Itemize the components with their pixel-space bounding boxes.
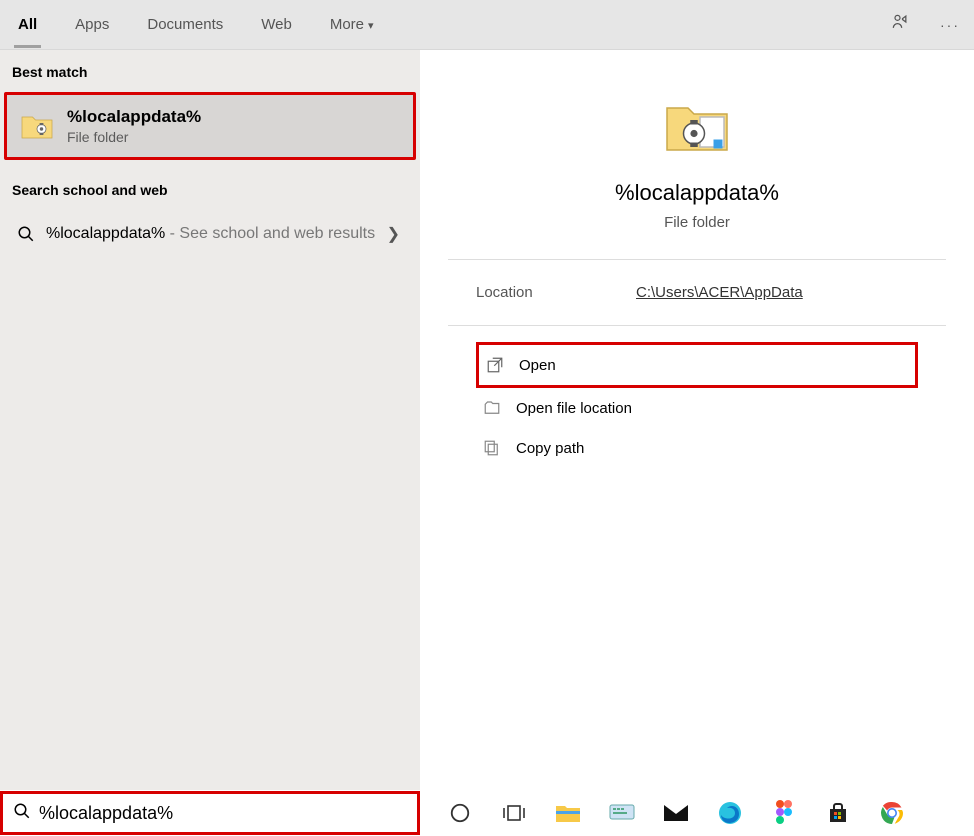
action-open-label: Open [519, 357, 556, 374]
best-match-label: Best match [0, 50, 420, 92]
cortana-icon[interactable] [446, 799, 474, 827]
microsoft-store-icon[interactable] [824, 799, 852, 827]
more-icon[interactable]: ··· [940, 17, 960, 33]
chrome-icon[interactable] [878, 799, 906, 827]
preview-panel: %localappdata% File folder Location C:\U… [420, 50, 974, 790]
copy-icon [482, 438, 502, 458]
bottom-bar [0, 790, 974, 836]
best-match-title: %localappdata% [67, 107, 201, 127]
tab-documents[interactable]: Documents [143, 4, 227, 45]
action-open-location-label: Open file location [516, 400, 632, 417]
edge-icon[interactable] [716, 799, 744, 827]
best-match-result[interactable]: %localappdata% File folder [4, 92, 416, 160]
chevron-down-icon: ▾ [368, 20, 374, 32]
search-box[interactable] [0, 791, 420, 835]
preview-folder-icon [661, 90, 733, 162]
action-open-location[interactable]: Open file location [476, 388, 918, 428]
location-label: Location [476, 284, 636, 301]
folder-icon [19, 108, 55, 144]
taskbar [420, 799, 974, 827]
task-view-icon[interactable] [500, 799, 528, 827]
onscreen-keyboard-icon[interactable] [608, 799, 636, 827]
tab-all[interactable]: All [14, 4, 41, 45]
web-search-result[interactable]: %localappdata% - See school and web resu… [0, 210, 420, 258]
open-icon [485, 355, 505, 375]
file-explorer-icon[interactable] [554, 799, 582, 827]
chevron-right-icon[interactable]: ❯ [379, 224, 408, 244]
web-query: %localappdata% [46, 225, 165, 242]
feedback-icon[interactable] [890, 12, 910, 37]
action-copy-path[interactable]: Copy path [476, 428, 918, 468]
filter-tabbar: All Apps Documents Web More ▾ ··· [0, 0, 974, 50]
folder-open-icon [482, 398, 502, 418]
tab-more[interactable]: More ▾ [326, 4, 378, 45]
location-path[interactable]: C:\Users\ACER\AppData [636, 284, 803, 301]
action-copy-path-label: Copy path [516, 440, 584, 457]
school-web-label: Search school and web [0, 168, 420, 210]
mail-icon[interactable] [662, 799, 690, 827]
tab-more-label: More [330, 16, 364, 33]
web-tail: - See school and web results [165, 225, 375, 242]
figma-icon[interactable] [770, 799, 798, 827]
action-open[interactable]: Open [476, 342, 918, 388]
preview-subtitle: File folder [664, 214, 730, 231]
tab-apps[interactable]: Apps [71, 4, 113, 45]
search-input[interactable] [39, 803, 407, 824]
best-match-subtitle: File folder [67, 129, 201, 145]
search-icon [13, 802, 31, 825]
tab-web[interactable]: Web [257, 4, 296, 45]
preview-title: %localappdata% [615, 180, 779, 206]
search-icon [12, 225, 40, 243]
results-panel: Best match %localappdata% File folder Se… [0, 50, 420, 790]
